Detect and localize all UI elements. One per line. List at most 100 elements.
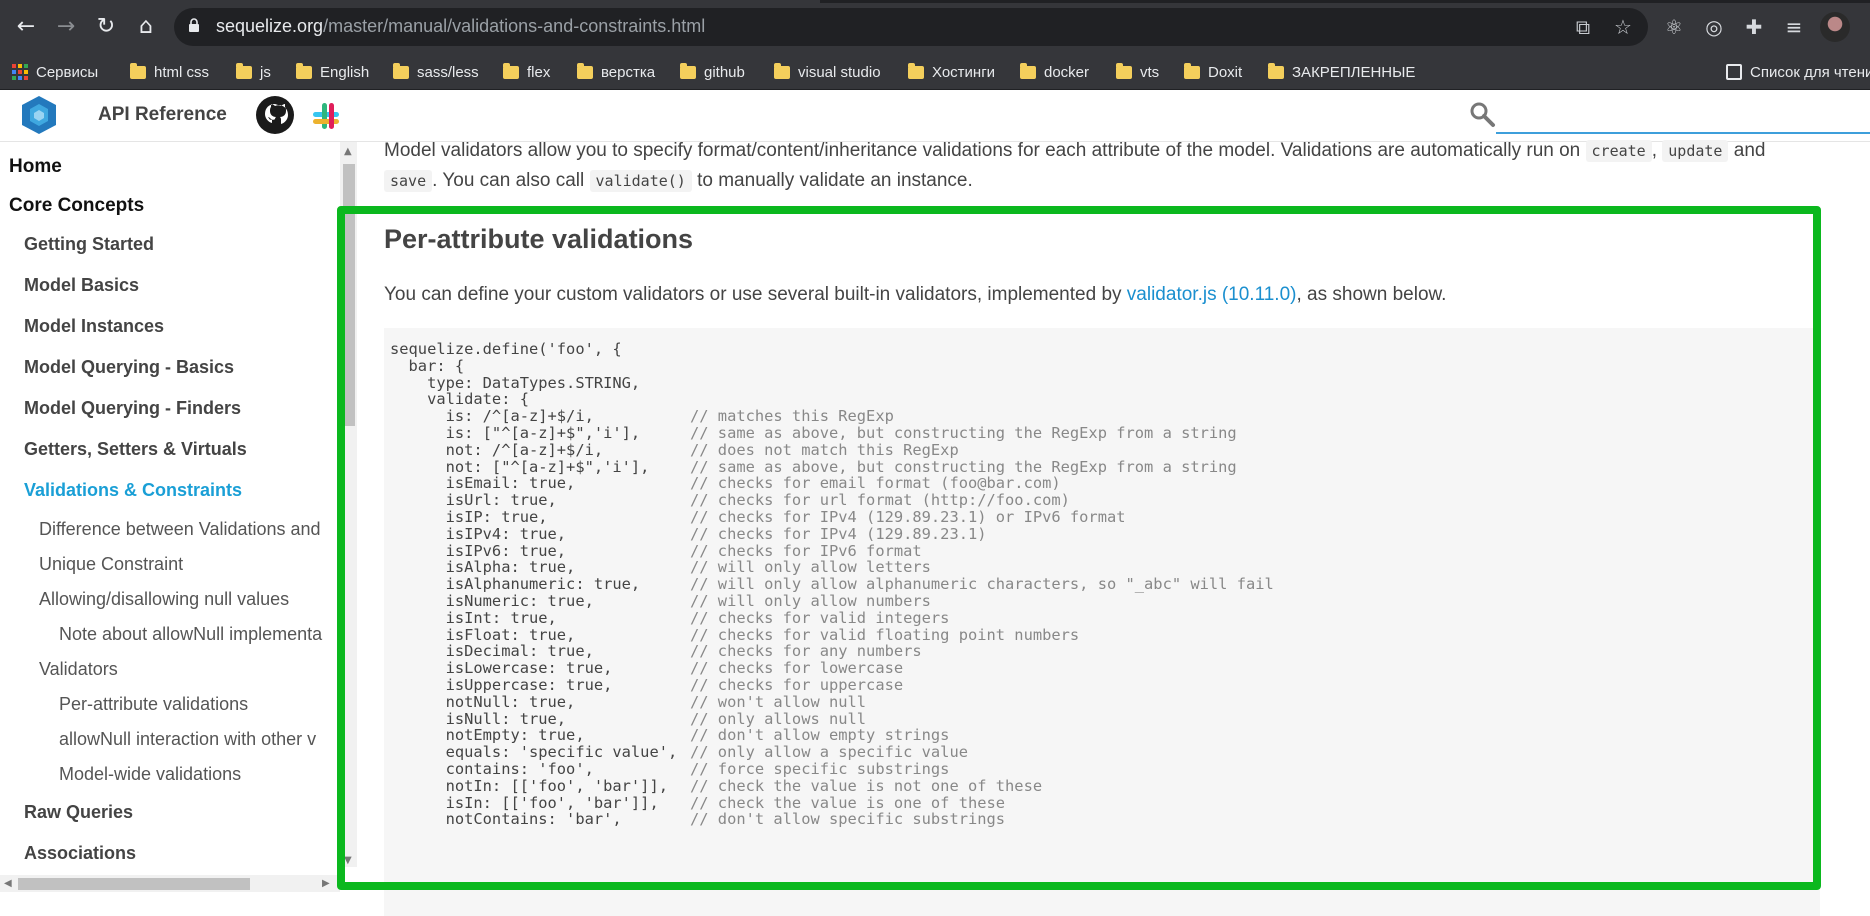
github-icon[interactable] [256, 96, 294, 134]
media-queue-icon[interactable]: ≡ [1780, 13, 1808, 41]
sidebar-subitem[interactable]: Unique Constraint [39, 554, 183, 575]
sidebar-item-getters-setters[interactable]: Getters, Setters & Virtuals [24, 439, 247, 460]
inline-code: validate() [589, 170, 692, 192]
apps-grid-icon [12, 64, 28, 80]
bookmark-folder[interactable]: github [680, 62, 745, 82]
folder-icon [577, 62, 593, 79]
inline-code: create [1585, 140, 1652, 162]
sidebar-subitem[interactable]: Per-attribute validations [59, 694, 248, 715]
site-header: API Reference [0, 90, 1870, 142]
bookmark-label: github [704, 63, 745, 81]
folder-icon [908, 62, 924, 79]
tab-edge [1080, 0, 1870, 3]
url-text[interactable]: sequelize.org/master/manual/validations-… [216, 16, 705, 37]
bookmark-label: js [260, 63, 271, 81]
bookmark-folder[interactable]: ЗАКРЕПЛЕННЫЕ [1268, 62, 1415, 82]
bookmark-folder[interactable]: sass/less [393, 62, 479, 82]
sidebar-item-querying-basics[interactable]: Model Querying - Basics [24, 357, 234, 378]
bookmark-label: Хостинги [932, 63, 996, 81]
profile-avatar[interactable] [1820, 12, 1850, 42]
folder-icon [130, 62, 146, 79]
sidebar-item-model-instances[interactable]: Model Instances [24, 316, 164, 337]
inline-code: update [1662, 140, 1729, 162]
folder-icon [680, 62, 696, 79]
home-icon[interactable]: ⌂ [130, 10, 162, 42]
intro-text: . You can also call [432, 170, 590, 191]
bookmark-folder[interactable]: верстка [577, 62, 655, 82]
bookmark-label: ЗАКРЕПЛЕННЫЕ [1292, 63, 1416, 81]
bookmark-label: html css [154, 63, 210, 81]
reading-list-icon [1726, 64, 1742, 80]
url-path: /master/manual/validations-and-constrain… [323, 16, 706, 36]
bookmarks-bar: Сервисы html css js English sass/less fl… [0, 54, 1870, 90]
sidebar-subitem[interactable]: Validators [39, 659, 118, 680]
lock-icon[interactable] [188, 18, 200, 32]
bookmark-folder[interactable]: docker [1020, 62, 1089, 82]
forward-icon[interactable]: → [50, 10, 82, 42]
sidebar-item-querying-finders[interactable]: Model Querying - Finders [24, 398, 241, 419]
folder-icon [1268, 62, 1284, 79]
bookmark-label: English [320, 63, 370, 81]
sidebar-item-model-basics[interactable]: Model Basics [24, 275, 139, 296]
search-input[interactable] [1496, 104, 1870, 134]
bookmark-label: sass/less [417, 63, 479, 81]
bookmark-folder[interactable]: visual studio [774, 62, 881, 82]
inline-code: save [384, 170, 433, 192]
intro-text: to manually validate an instance. [691, 170, 973, 191]
scroll-right-arrow-icon[interactable]: ▶ [322, 878, 330, 889]
reload-icon[interactable]: ↻ [90, 10, 122, 42]
slack-icon[interactable] [308, 98, 344, 134]
sidebar-hscroll-thumb[interactable] [18, 878, 250, 890]
bookmark-apps[interactable]: Сервисы [12, 62, 98, 82]
translate-icon[interactable]: ⧉ [1570, 14, 1596, 40]
extensions-puzzle-icon[interactable]: ✚ [1740, 13, 1768, 41]
scroll-up-arrow-icon[interactable]: ▲ [344, 146, 352, 157]
folder-icon [1020, 62, 1036, 79]
sidebar-item-raw-queries[interactable]: Raw Queries [24, 802, 133, 823]
bookmark-folder[interactable]: Хостинги [908, 62, 995, 82]
sidebar-subitem[interactable]: Note about allowNull implementa [59, 624, 322, 645]
folder-icon [236, 62, 252, 79]
folder-icon [393, 62, 409, 79]
react-devtools-icon[interactable]: ⚛ [1660, 13, 1688, 41]
bookmark-label: visual studio [798, 63, 881, 81]
sidebar-item-core-concepts[interactable]: Core Concepts [9, 195, 144, 217]
bookmark-folder[interactable]: flex [503, 62, 550, 82]
bookmark-folder[interactable]: Doxit [1184, 62, 1242, 82]
intro-text: , [1651, 140, 1663, 161]
bookmark-folder[interactable]: vts [1116, 62, 1159, 82]
highlight-annotation-box [337, 206, 1821, 890]
sidebar-subitem[interactable]: allowNull interaction with other v [59, 729, 316, 750]
sidebar-item-associations[interactable]: Associations [24, 843, 136, 864]
folder-icon [296, 62, 312, 79]
back-icon[interactable]: ← [10, 10, 42, 42]
bookmark-folder[interactable]: html css [130, 62, 209, 82]
sidebar-item-validations[interactable]: Validations & Constraints [24, 480, 242, 501]
sidebar-subitem[interactable]: Allowing/disallowing null values [39, 589, 289, 610]
reading-list-label: Список для чтени [1750, 63, 1870, 81]
search-icon[interactable] [1468, 100, 1496, 128]
intro-text: and [1728, 140, 1766, 161]
api-reference-link[interactable]: API Reference [98, 104, 227, 126]
sequelize-logo[interactable] [18, 94, 60, 136]
bookmark-label: vts [1140, 63, 1160, 81]
bookmark-label: Doxit [1208, 63, 1243, 81]
folder-icon [503, 62, 519, 79]
sidebar-item-getting-started[interactable]: Getting Started [24, 234, 154, 255]
sidebar-subitem[interactable]: Model-wide validations [59, 764, 241, 785]
tab-edge [820, 0, 1080, 3]
folder-icon [774, 62, 790, 79]
star-icon[interactable]: ☆ [1610, 14, 1636, 40]
intro-paragraph: Model validators allow you to specify fo… [384, 136, 1834, 196]
scroll-left-arrow-icon[interactable]: ◀ [4, 878, 12, 889]
intro-text: Model validators allow you to specify fo… [384, 140, 1586, 161]
reading-list[interactable]: Список для чтени [1726, 62, 1870, 82]
folder-icon [1184, 62, 1200, 79]
sidebar-subitem[interactable]: Difference between Validations and [39, 519, 321, 540]
bookmark-label: Сервисы [36, 63, 99, 81]
sidebar-item-home[interactable]: Home [9, 156, 62, 178]
bookmark-folder[interactable]: js [236, 62, 271, 82]
target-extension-icon[interactable]: ◎ [1700, 13, 1728, 41]
sidebar-nav: Home Core Concepts Getting Started Model… [0, 142, 340, 916]
bookmark-folder[interactable]: English [296, 62, 369, 82]
